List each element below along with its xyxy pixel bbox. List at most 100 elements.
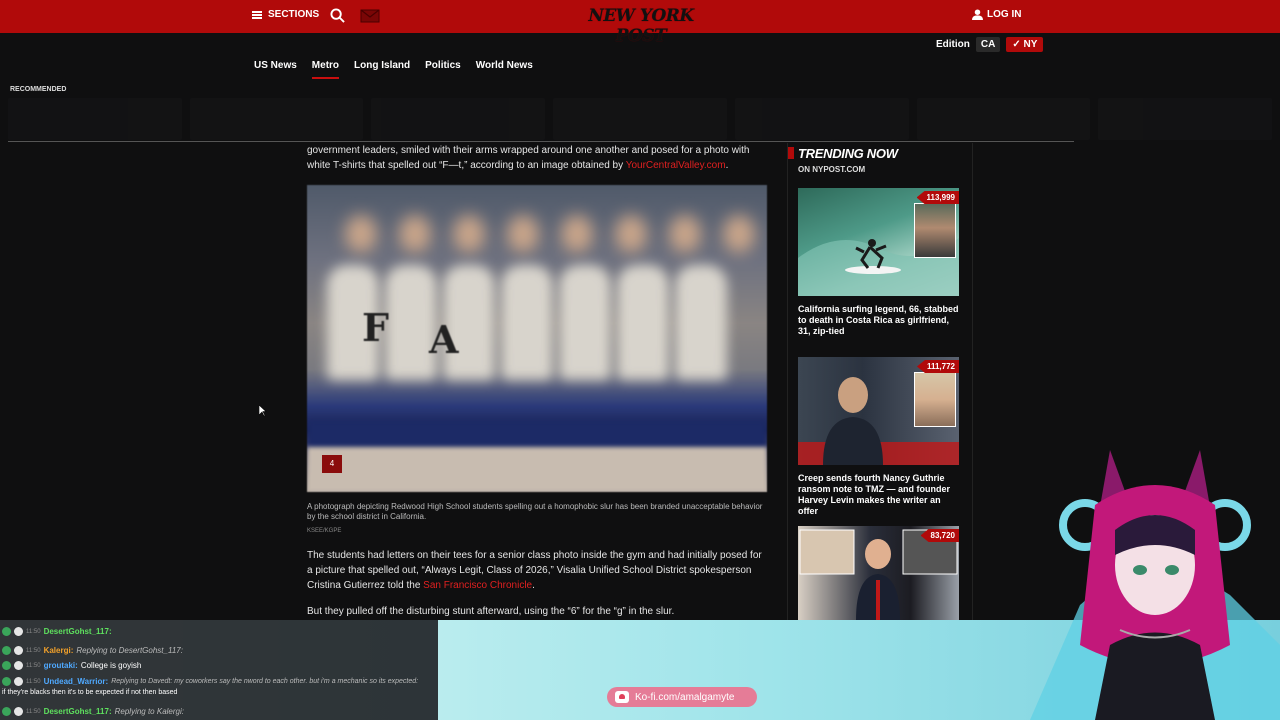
hamburger-icon	[252, 10, 262, 19]
recommended-item[interactable]	[1098, 98, 1273, 140]
mod-badge-icon	[2, 707, 11, 716]
para1-end: .	[725, 160, 729, 171]
trending-title: TRENDING NOW	[798, 146, 898, 161]
chat-username[interactable]: Kalergi:	[44, 646, 74, 655]
recommended-carousel[interactable]	[8, 98, 1273, 140]
trending-story[interactable]: 113,999 California surfing legend, 66, s…	[798, 188, 959, 337]
login-label: LOG IN	[987, 9, 1022, 20]
story-view-count: 111,772	[916, 360, 959, 373]
recommended-label: RECOMMENDED	[10, 86, 67, 93]
section-nav: US News Metro Long Island Politics World…	[254, 60, 548, 79]
story-title[interactable]: California surfing legend, 66, stabbed t…	[798, 304, 959, 337]
photo-bleachers	[307, 420, 767, 450]
vtuber-avatar	[1030, 450, 1280, 720]
kofi-cup-icon	[615, 691, 629, 703]
nav-item-world-news[interactable]: World News	[476, 60, 533, 79]
sections-label: SECTIONS	[268, 9, 320, 20]
nav-item-politics[interactable]: Politics	[425, 60, 461, 79]
photo-gallery-count[interactable]: 4	[322, 455, 342, 473]
chat-reply-context: Replying to Kalergi:	[114, 707, 184, 716]
chat-message: 11:50 Kalergi: Replying to DesertGohst_1…	[2, 646, 183, 655]
recommended-item[interactable]	[916, 98, 1091, 140]
chat-time: 11:50	[26, 708, 41, 715]
nav-item-us-news[interactable]: US News	[254, 60, 297, 79]
trending-accent	[788, 147, 794, 159]
edition-ny-label: NY	[1023, 39, 1038, 50]
chat-message: 11:50 groutaki: College is goyish	[2, 661, 141, 670]
edition-ny-button[interactable]: ✓ NY	[1006, 37, 1044, 52]
user-badge-icon	[14, 707, 23, 716]
chat-text: if they're blacks then it's to be expect…	[2, 689, 178, 696]
story-image[interactable]: 111,772	[798, 357, 959, 465]
chat-reply-context: Replying to Davedt: my coworkers say the…	[111, 678, 419, 685]
sidebar-border	[972, 143, 973, 623]
article-paragraph-3: But they pulled off the disturbing stunt…	[307, 606, 675, 617]
trending-subtitle: ON NYPOST.COM	[798, 165, 866, 174]
kofi-link-badge[interactable]: Ko-fi.com/amalgamyte	[607, 687, 757, 707]
story-view-count: 113,999	[916, 191, 959, 204]
article-paragraph-2: The students had letters on their tees f…	[307, 548, 767, 593]
sf-chronicle-link[interactable]: San Francisco Chronicle	[423, 580, 532, 591]
user-badge-icon	[14, 627, 23, 636]
chat-message: 11:50 DesertGohst_117: Replying to Kaler…	[2, 707, 184, 716]
recommended-item[interactable]	[189, 98, 364, 140]
article-photo[interactable]: F A	[307, 185, 767, 492]
shirt-letter-f: F	[362, 305, 389, 350]
trending-story[interactable]: 83,720	[798, 526, 959, 620]
chat-message-continued: if they're blacks then it's to be expect…	[2, 689, 177, 696]
photo-credit: KSEE/KGPE	[307, 528, 342, 534]
yourcentralvalley-link[interactable]: YourCentralValley.com	[626, 160, 726, 171]
chat-time: 11:50	[26, 647, 41, 654]
chat-time: 11:50	[26, 628, 41, 635]
chat-username[interactable]: DesertGohst_117:	[44, 707, 112, 716]
photo-floor	[307, 447, 767, 492]
chat-time: 11:50	[26, 678, 41, 685]
story-image[interactable]: 113,999	[798, 188, 959, 296]
user-badge-icon	[14, 661, 23, 670]
chat-message: 11:50 DesertGohst_117:	[2, 627, 115, 636]
recommended-item[interactable]	[734, 98, 909, 140]
mod-badge-icon	[2, 661, 11, 670]
recommended-item[interactable]	[553, 98, 727, 140]
nav-item-long-island[interactable]: Long Island	[354, 60, 410, 79]
photo-heads	[307, 215, 767, 253]
chat-username[interactable]: Undead_Warrior:	[44, 677, 109, 686]
article-paragraph-1: government leaders, smiled with their ar…	[307, 143, 767, 173]
story-inset-portrait	[914, 203, 956, 258]
photo-caption: A photograph depicting Redwood High Scho…	[307, 502, 763, 521]
sections-menu-button[interactable]: SECTIONS	[252, 9, 319, 20]
chat-reply-context: Replying to DesertGohst_117:	[76, 646, 183, 655]
mouse-cursor-icon	[259, 405, 267, 417]
para2-end: .	[532, 580, 535, 591]
chat-message: 11:50 Undead_Warrior: Replying to Davedt…	[2, 677, 418, 686]
login-button[interactable]: LOG IN	[972, 9, 1021, 20]
sidebar-border	[787, 143, 788, 623]
recommended-item[interactable]	[8, 98, 182, 140]
story-inset-portrait	[914, 372, 956, 427]
edition-label: Edition	[936, 39, 970, 50]
user-badge-icon	[14, 677, 23, 686]
search-icon[interactable]	[330, 8, 345, 23]
story-view-count: 83,720	[920, 529, 959, 542]
story-title[interactable]: Creep sends fourth Nancy Guthrie ransom …	[798, 473, 959, 517]
mail-icon[interactable]	[360, 9, 380, 23]
mod-badge-icon	[2, 646, 11, 655]
nypost-logo[interactable]: NEW YORK POST	[575, 6, 707, 46]
top-header-bar: SECTIONS NEW YORK POST LOG IN	[0, 0, 1280, 46]
user-icon	[972, 9, 983, 20]
kofi-label: Ko-fi.com/amalgamyte	[635, 691, 735, 703]
mod-badge-icon	[2, 627, 11, 636]
chat-text: College is goyish	[80, 661, 142, 670]
user-badge-icon	[14, 646, 23, 655]
story-image[interactable]: 83,720	[798, 526, 959, 620]
chat-username[interactable]: DesertGohst_117:	[44, 627, 112, 636]
nav-item-metro[interactable]: Metro	[311, 60, 340, 79]
divider	[8, 141, 1074, 142]
chat-username[interactable]: groutaki:	[44, 661, 78, 670]
mod-badge-icon	[2, 677, 11, 686]
trending-story[interactable]: 111,772 Creep sends fourth Nancy Guthrie…	[798, 357, 959, 517]
recommended-item[interactable]	[371, 98, 546, 140]
edition-ca-button[interactable]: CA	[975, 37, 1001, 52]
shirt-letter-a: A	[429, 317, 459, 362]
chat-time: 11:50	[26, 662, 41, 669]
